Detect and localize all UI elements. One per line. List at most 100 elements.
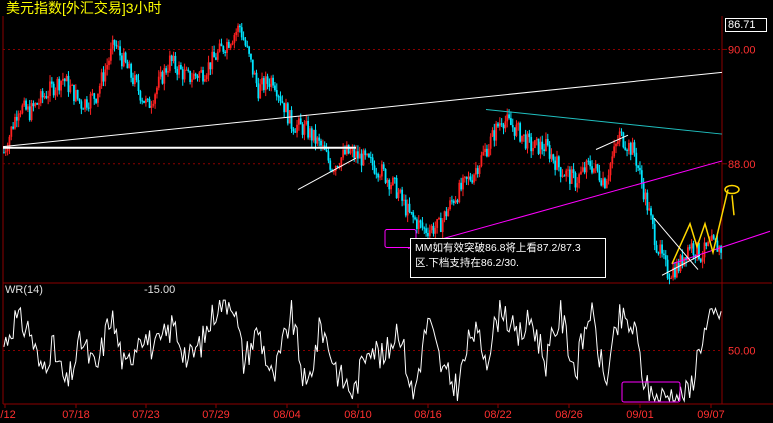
candle-body: [506, 114, 509, 122]
candle-body: [329, 160, 332, 170]
candle-body: [165, 68, 168, 73]
candle-body: [646, 192, 649, 211]
candle-body: [395, 178, 398, 199]
candle-body: [275, 90, 278, 97]
candle-body: [349, 151, 352, 154]
candle-body: [303, 124, 306, 135]
candle-body: [565, 170, 568, 177]
candle-body: [198, 72, 201, 78]
candle-body: [244, 39, 247, 46]
candle-body: [377, 173, 380, 178]
candle-body: [616, 141, 619, 144]
candle-body: [539, 141, 542, 154]
candle-body: [360, 153, 363, 166]
candle-body: [203, 79, 206, 82]
candle-body: [312, 129, 315, 141]
candle-body: [701, 257, 704, 262]
resistance-trendline: [485, 108, 723, 135]
candle-body: [45, 96, 48, 99]
candle-body: [126, 61, 129, 69]
candle-body: [524, 134, 527, 149]
candle-body: [124, 52, 127, 62]
candle-body: [25, 100, 27, 110]
candle-body: [462, 177, 464, 190]
candle-body: [259, 84, 262, 99]
candle-body: [137, 79, 140, 91]
candle-body: [261, 78, 263, 85]
candle-body: [52, 83, 55, 96]
candle-body: [3, 152, 5, 154]
candle-body: [154, 94, 156, 104]
candle-body: [436, 219, 439, 228]
candle-body: [54, 90, 57, 96]
candle-body: [414, 217, 416, 220]
candle-body: [543, 149, 545, 152]
candle-body: [598, 170, 601, 181]
candle-body: [427, 232, 429, 237]
candle-body: [185, 69, 188, 71]
candle-body: [648, 208, 651, 211]
candle-body: [661, 244, 663, 254]
x-tick-label: 08/26: [555, 409, 583, 421]
candle-body: [675, 262, 678, 278]
candle-body: [611, 156, 614, 164]
indicator-label: WR(14): [5, 284, 43, 296]
candle-body: [233, 35, 236, 43]
candle-body: [548, 145, 551, 159]
candle-body: [286, 103, 289, 124]
candle-body: [679, 255, 682, 272]
candle-body: [557, 156, 560, 168]
candle-body: [38, 103, 40, 105]
x-tick-label: 08/22: [484, 409, 512, 421]
candle-body: [533, 140, 536, 148]
candle-body: [604, 178, 606, 189]
candle-body: [489, 136, 492, 149]
candle-body: [30, 103, 33, 121]
candle-body: [639, 167, 641, 171]
candle-body: [102, 72, 105, 82]
candle-body: [21, 105, 24, 114]
candle-body: [100, 72, 103, 86]
candle-body: [358, 153, 361, 159]
candle-body: [637, 165, 640, 168]
candle-body: [78, 98, 81, 102]
candle-body: [264, 76, 267, 91]
candle-body: [314, 129, 317, 144]
candle-body: [657, 252, 660, 254]
candle-body: [399, 189, 402, 193]
candle-body: [39, 91, 42, 104]
candle-body: [393, 177, 396, 179]
candle-body: [369, 157, 372, 159]
candle-body: [111, 39, 114, 49]
candle-body: [364, 150, 367, 156]
price-tick-label: 88.00: [728, 159, 756, 171]
candle-body: [285, 103, 287, 113]
candle-body: [425, 228, 428, 233]
candle-body: [121, 55, 123, 67]
candle-body: [296, 124, 298, 133]
candle-body: [113, 39, 116, 45]
candle-body: [474, 168, 477, 175]
candle-body: [707, 241, 710, 246]
last-value-box: 86.71: [725, 18, 767, 32]
rising-channel-line: [407, 160, 723, 249]
candle-body: [139, 90, 142, 101]
candle-body: [712, 235, 715, 239]
candle-body: [194, 73, 197, 76]
chart-canvas[interactable]: 90.00 88.00 50.00 7/12 07/18 07/23 07/29 08/04 0…: [0, 0, 773, 423]
candle-body: [133, 75, 136, 85]
candle-body: [458, 182, 461, 203]
candle-body: [627, 142, 630, 151]
candle-body: [60, 80, 62, 91]
candle-body: [622, 132, 625, 148]
candle-body: [546, 138, 549, 146]
candle-body: [167, 70, 169, 73]
indicator-value: -15.00: [144, 284, 176, 296]
x-tick-label: 07/29: [202, 409, 230, 421]
candle-body: [664, 255, 667, 260]
candle-body: [550, 154, 553, 159]
candle-body: [718, 246, 721, 252]
candle-body: [423, 227, 426, 229]
candle-body: [692, 243, 695, 255]
candle-body: [541, 141, 544, 150]
